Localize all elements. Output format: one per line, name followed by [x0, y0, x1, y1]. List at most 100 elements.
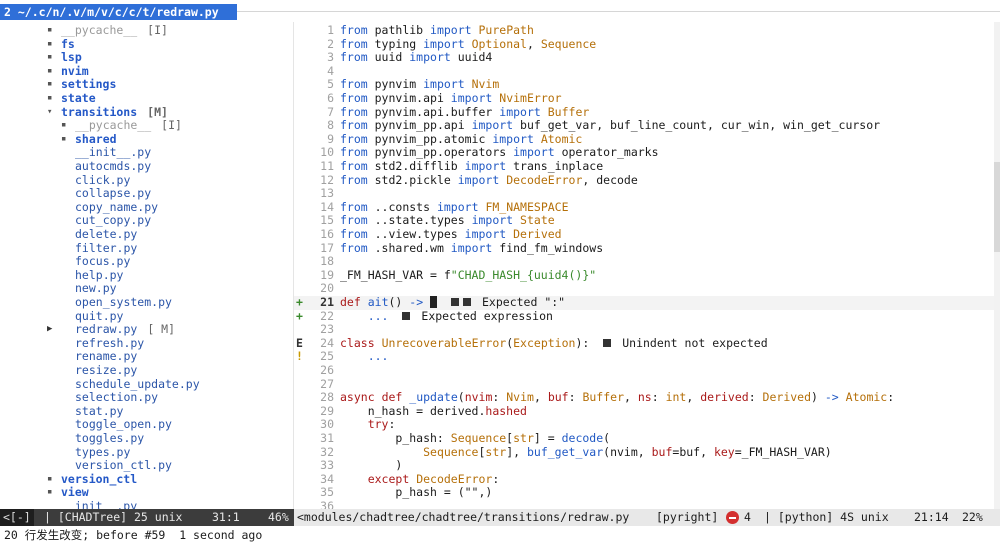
code-line[interactable]: 27 [294, 377, 994, 392]
tree-file[interactable]: __init__.py [0, 146, 293, 160]
code-line[interactable]: 14 from ..consts import FM_NAMESPACE [294, 200, 994, 215]
code-line[interactable]: 8 from pynvim_pp.api import buf_get_var, … [294, 118, 994, 133]
tree-file[interactable]: copy_name.py [0, 200, 293, 215]
code-line[interactable]: 30 try: [294, 418, 994, 432]
tree-folder[interactable]: ▪ shared [0, 132, 293, 147]
statusline: <[-] | [CHADTree] 25 unix 31:1 46% <modu… [0, 509, 1000, 526]
folder-icon: ▪ [61, 133, 67, 144]
code-line[interactable]: 11 from std2.difflib import trans_inplace [294, 159, 994, 174]
command-line[interactable]: 20 行发生改变; before #59 1 second ago [0, 526, 1000, 546]
tree-folder[interactable]: ▪ state [0, 91, 293, 106]
tree-file[interactable]: click.py [0, 173, 293, 188]
code-line[interactable]: +21 def ait() -> Expected ":" [294, 295, 994, 310]
code-line[interactable]: 15 from ..state.types import State [294, 214, 994, 228]
tree-file[interactable]: types.py [0, 445, 293, 460]
tree-folder[interactable]: ▪ __pycache__ [I] [0, 23, 293, 38]
tree-file[interactable]: resize.py [0, 363, 293, 378]
code-line[interactable]: 23 [294, 323, 994, 337]
tree-file[interactable]: toggle_open.py [0, 418, 293, 432]
code-line[interactable]: 29 n_hash = derived.hashed [294, 404, 994, 419]
line-number: 30 [320, 417, 334, 432]
code-line[interactable]: 6 from pynvim.api import NvimError [294, 91, 994, 106]
tree-file[interactable]: delete.py [0, 227, 293, 242]
file-tree-pane[interactable]: ▪ __pycache__ [I] ▪ fs ▪ lsp ▪ nvim ▪ settings ▪ sta… [0, 22, 293, 509]
code-line[interactable]: 4 [294, 64, 994, 79]
line-number: 10 [320, 145, 334, 160]
code-text: from pynvim_pp.operators import operator… [340, 145, 659, 160]
code-line[interactable]: 7 from pynvim.api.buffer import Buffer [294, 105, 994, 120]
code-line[interactable]: 18 [294, 255, 994, 269]
tree-folder[interactable]: ▪ version_ctl [0, 471, 293, 487]
code-line[interactable]: 32 Sequence[str], buf_get_var(nvim, buf=… [294, 445, 994, 460]
code-line[interactable]: 16 from ..view.types import Derived [294, 227, 994, 242]
tree-file[interactable]: schedule_update.py [0, 377, 293, 392]
tree-file[interactable]: rename.py [0, 350, 293, 364]
tree-item-label: version_ctl [61, 471, 138, 486]
code-line[interactable]: 26 [294, 363, 994, 378]
tree-file[interactable]: filter.py [0, 240, 293, 256]
editor-pane[interactable]: 1 from pathlib import PurePath 2 from typin… [294, 22, 1000, 509]
tree-scroll-percent: 46% [268, 510, 289, 524]
code-line[interactable]: 13 [294, 187, 994, 201]
code-line[interactable]: E 24 class UnrecoverableError(Exception): … [294, 335, 994, 351]
diagnostic-icon [402, 311, 411, 320]
code-line[interactable]: 19 _FM_HASH_VAR = f"CHAD_HASH_{uuid4()}" [294, 268, 994, 283]
code-line[interactable]: 36 [294, 499, 994, 509]
code-line[interactable]: 28 async def _update(nvim: Nvim, buf: Buf… [294, 390, 994, 405]
code-line[interactable]: +22 ... Expected expression [294, 309, 994, 324]
code-line[interactable]: 34 except DecodeError: [294, 472, 994, 487]
tree-file[interactable]: ▶ redraw.py[ M] [0, 322, 293, 337]
code-line[interactable]: 3 from uuid import uuid4 [294, 50, 994, 65]
folder-icon: ▪ [47, 79, 53, 90]
tree-folder[interactable]: ▪ fs [0, 37, 293, 52]
tree-file[interactable]: __init__.py [0, 499, 293, 509]
line-number: 15 [320, 213, 334, 228]
tree-item-label: cut_copy.py [75, 213, 152, 228]
tree-file[interactable]: selection.py [0, 391, 293, 405]
tree-file[interactable]: new.py [0, 282, 293, 296]
tree-file[interactable]: open_system.py [0, 295, 293, 310]
line-number: 24 [320, 335, 334, 350]
tree-file[interactable]: refresh.py [0, 336, 293, 351]
tree-file[interactable]: version_ctl.py [0, 459, 293, 473]
code-line[interactable]: 1 from pathlib import PurePath [294, 23, 994, 38]
git-status-badge: [I] [147, 23, 168, 37]
code-line[interactable]: 31 p_hash: Sequence[str] = decode( [294, 431, 994, 446]
code-line[interactable]: 35 p_hash = ("",) [294, 486, 994, 500]
code-line[interactable]: 10 from pynvim_pp.operators import operat… [294, 146, 994, 160]
tree-folder[interactable]: ▪ view [0, 486, 293, 500]
tree-item-label: __init__.py [75, 145, 152, 160]
tree-item-label: filter.py [75, 240, 138, 255]
code-line[interactable]: ! 25 ... [294, 350, 994, 364]
tree-file[interactable]: collapse.py [0, 187, 293, 201]
scroll-thumb[interactable] [994, 162, 1000, 252]
tree-file[interactable]: focus.py [0, 255, 293, 269]
code-line[interactable]: 17 from .shared.wm import find_fm_windows [294, 241, 994, 256]
code-line[interactable]: 20 [294, 282, 994, 296]
tree-file[interactable]: quit.py [0, 309, 293, 324]
tree-folder[interactable]: ▪ lsp [0, 51, 293, 65]
code-line[interactable]: 9 from pynvim_pp.atomic import Atomic [294, 132, 994, 147]
scrollbar[interactable] [994, 22, 1000, 509]
code-text: from uuid import uuid4 [340, 50, 493, 65]
line-number: 33 [320, 458, 334, 473]
code-line[interactable]: 33 ) [294, 458, 994, 473]
line-number: 3 [327, 50, 334, 65]
code-line[interactable]: 2 from typing import Optional, Sequence [294, 37, 994, 52]
tab-active[interactable]: 2 ~/.c/n/.v/m/v/c/c/t/redraw.py [0, 4, 237, 20]
tree-item-label: new.py [75, 281, 117, 296]
tree-file[interactable]: cut_copy.py [0, 214, 293, 228]
code-line[interactable]: 12 from std2.pickle import DecodeError, d… [294, 173, 994, 188]
git-status-badge: [ M] [147, 322, 176, 337]
tree-file[interactable]: autocmds.py [0, 159, 293, 174]
tree-statusline: <[-] | [CHADTree] 25 unix 31:1 46% [0, 509, 294, 526]
tree-folder[interactable]: ▪ nvim [0, 64, 293, 79]
tree-file[interactable]: stat.py [0, 404, 293, 419]
tree-folder[interactable]: ▾ transitions [M] [0, 105, 293, 120]
tree-folder[interactable]: ▪ __pycache__ [I] [0, 118, 293, 133]
code-line[interactable]: 5 from pynvim import Nvim [294, 78, 994, 92]
tree-file[interactable]: help.py [0, 268, 293, 283]
line-number: 8 [327, 118, 334, 133]
tree-folder[interactable]: ▪ settings [0, 78, 293, 92]
tree-file[interactable]: toggles.py [0, 431, 293, 446]
